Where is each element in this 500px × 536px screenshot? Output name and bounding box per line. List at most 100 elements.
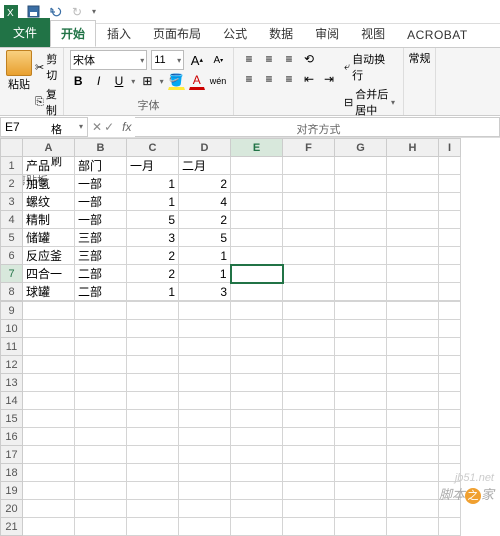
font-size-select[interactable]: 11▾ bbox=[151, 50, 184, 70]
row-header[interactable]: 12 bbox=[1, 356, 23, 374]
cell[interactable] bbox=[75, 374, 127, 392]
cell[interactable] bbox=[75, 320, 127, 338]
align-left-button[interactable]: ≡ bbox=[240, 70, 258, 88]
cell[interactable] bbox=[179, 392, 231, 410]
cell[interactable] bbox=[335, 265, 387, 283]
cell[interactable] bbox=[179, 500, 231, 518]
cell[interactable] bbox=[179, 320, 231, 338]
cell[interactable] bbox=[231, 338, 283, 356]
redo-icon[interactable]: ↻ bbox=[70, 5, 84, 19]
cell[interactable]: 1 bbox=[127, 193, 179, 211]
cell[interactable] bbox=[231, 302, 283, 320]
col-header-i[interactable]: I bbox=[439, 139, 461, 157]
cell[interactable] bbox=[179, 302, 231, 320]
tab-acrobat[interactable]: ACROBAT bbox=[396, 23, 479, 47]
cell[interactable] bbox=[231, 428, 283, 446]
cell[interactable]: 四合一 bbox=[23, 265, 75, 283]
cell[interactable] bbox=[127, 410, 179, 428]
cell[interactable]: 储罐 bbox=[23, 229, 75, 247]
merge-center-button[interactable]: ⊟合并后居中▾ bbox=[342, 85, 397, 119]
cell[interactable] bbox=[439, 211, 461, 229]
cell[interactable]: 一部 bbox=[75, 193, 127, 211]
cell[interactable] bbox=[439, 175, 461, 193]
cell[interactable] bbox=[127, 500, 179, 518]
cell[interactable] bbox=[387, 500, 439, 518]
cell[interactable] bbox=[231, 446, 283, 464]
cell[interactable] bbox=[387, 265, 439, 283]
cell[interactable] bbox=[179, 410, 231, 428]
cell[interactable] bbox=[231, 175, 283, 193]
cell[interactable]: 1 bbox=[127, 175, 179, 193]
cell[interactable] bbox=[231, 193, 283, 211]
cell[interactable] bbox=[387, 157, 439, 175]
cell[interactable] bbox=[179, 464, 231, 482]
cell[interactable] bbox=[127, 428, 179, 446]
increase-font-button[interactable]: A▴ bbox=[188, 51, 205, 69]
cell[interactable] bbox=[439, 229, 461, 247]
cell[interactable] bbox=[283, 211, 335, 229]
cell[interactable]: 一月 bbox=[127, 157, 179, 175]
cell[interactable] bbox=[387, 247, 439, 265]
row-header[interactable]: 1 bbox=[1, 157, 23, 175]
align-top-button[interactable]: ≡ bbox=[240, 50, 258, 68]
tab-view[interactable]: 视图 bbox=[350, 20, 396, 47]
cell[interactable] bbox=[387, 446, 439, 464]
cell[interactable] bbox=[387, 175, 439, 193]
cell[interactable] bbox=[439, 302, 461, 320]
orientation-button[interactable]: ⟲ bbox=[300, 50, 318, 68]
cell[interactable] bbox=[283, 410, 335, 428]
cell[interactable] bbox=[75, 302, 127, 320]
cell[interactable]: 3 bbox=[179, 283, 231, 301]
col-header-c[interactable]: C bbox=[127, 139, 179, 157]
cell[interactable] bbox=[387, 482, 439, 500]
cell[interactable] bbox=[387, 302, 439, 320]
cell[interactable] bbox=[387, 374, 439, 392]
cell[interactable]: 3 bbox=[127, 229, 179, 247]
tab-formulas[interactable]: 公式 bbox=[212, 20, 258, 47]
cell[interactable] bbox=[127, 518, 179, 536]
cell[interactable] bbox=[335, 356, 387, 374]
cell[interactable]: 三部 bbox=[75, 247, 127, 265]
row-header[interactable]: 10 bbox=[1, 320, 23, 338]
border-button[interactable]: ⊞ bbox=[139, 72, 155, 90]
align-right-button[interactable]: ≡ bbox=[280, 70, 298, 88]
cell[interactable] bbox=[335, 193, 387, 211]
chevron-down-icon[interactable]: ▾ bbox=[131, 77, 135, 86]
cell[interactable] bbox=[387, 464, 439, 482]
cell[interactable]: 精制 bbox=[23, 211, 75, 229]
col-header-f[interactable]: F bbox=[283, 139, 335, 157]
cell[interactable] bbox=[231, 211, 283, 229]
cell[interactable]: 三部 bbox=[75, 229, 127, 247]
cell[interactable] bbox=[335, 302, 387, 320]
cell[interactable] bbox=[179, 338, 231, 356]
cell[interactable] bbox=[283, 229, 335, 247]
cell[interactable] bbox=[387, 428, 439, 446]
cell[interactable] bbox=[439, 356, 461, 374]
cell[interactable] bbox=[335, 338, 387, 356]
row-header[interactable]: 16 bbox=[1, 428, 23, 446]
cell[interactable]: 反应釜 bbox=[23, 247, 75, 265]
cell[interactable]: 2 bbox=[127, 247, 179, 265]
cell[interactable] bbox=[283, 247, 335, 265]
name-box[interactable]: E7▾ bbox=[0, 117, 88, 137]
cell[interactable] bbox=[439, 518, 461, 536]
cell[interactable] bbox=[23, 302, 75, 320]
cell[interactable] bbox=[335, 428, 387, 446]
cell[interactable] bbox=[335, 157, 387, 175]
row-header[interactable]: 5 bbox=[1, 229, 23, 247]
cell[interactable]: 2 bbox=[179, 175, 231, 193]
cell[interactable] bbox=[127, 320, 179, 338]
row-header[interactable]: 2 bbox=[1, 175, 23, 193]
cancel-entry-button[interactable]: ✕ bbox=[92, 120, 102, 134]
cell[interactable] bbox=[179, 428, 231, 446]
row-header[interactable]: 17 bbox=[1, 446, 23, 464]
cell[interactable] bbox=[179, 518, 231, 536]
row-header[interactable]: 20 bbox=[1, 500, 23, 518]
cell[interactable] bbox=[439, 392, 461, 410]
cell[interactable] bbox=[387, 410, 439, 428]
cell[interactable] bbox=[75, 518, 127, 536]
cell[interactable] bbox=[23, 374, 75, 392]
cell[interactable] bbox=[179, 482, 231, 500]
cell[interactable]: 产品 bbox=[23, 157, 75, 175]
cell[interactable] bbox=[75, 338, 127, 356]
